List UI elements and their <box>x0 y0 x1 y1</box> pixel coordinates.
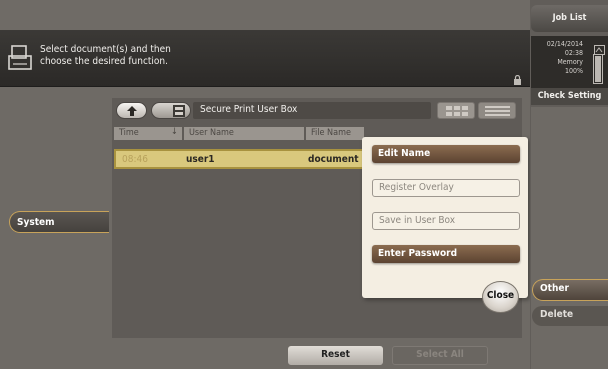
up-folder-button[interactable] <box>116 102 147 119</box>
right-function-panel <box>531 107 608 369</box>
status-time: 02:38 <box>564 49 583 57</box>
memory-label: Memory <box>557 58 583 66</box>
message-line-2: choose the desired function. <box>40 56 168 67</box>
top-bar <box>0 0 530 30</box>
row-file-name: document <box>308 154 359 165</box>
column-header-file-name[interactable]: File Name <box>306 127 364 140</box>
close-button[interactable]: Close <box>482 281 519 313</box>
lock-icon <box>513 70 522 85</box>
check-setting-button[interactable]: Check Setting <box>531 88 608 105</box>
box-title: Secure Print User Box <box>193 102 431 119</box>
status-date: 02/14/2014 <box>546 40 583 48</box>
up-arrow-icon <box>127 106 137 116</box>
row-user-name: user1 <box>186 154 215 165</box>
column-header-time[interactable]: Time ↓ <box>114 127 182 140</box>
column-header-user-name[interactable]: User Name <box>184 127 304 140</box>
status-readout: 02/14/2014 02:38 Memory 100% <box>531 40 583 76</box>
memory-value: 100% <box>564 67 583 75</box>
edit-name-button[interactable]: Edit Name <box>372 145 520 163</box>
enter-password-button[interactable]: Enter Password <box>372 245 520 263</box>
list-view-button[interactable] <box>478 102 516 119</box>
memory-gauge <box>593 54 603 84</box>
tab-system-label: System <box>17 217 55 228</box>
function-popup: Edit Name Register Overlay Save in User … <box>362 137 528 298</box>
delete-button[interactable]: Delete <box>532 306 608 326</box>
table-row[interactable]: 08:46 user1 document <box>114 149 372 169</box>
other-button[interactable]: Other <box>532 279 608 301</box>
thumbnail-view-button[interactable] <box>437 102 475 119</box>
select-all-button[interactable]: Select All <box>392 346 488 365</box>
save-in-user-box-button: Save in User Box <box>372 212 520 230</box>
message-bar: Select document(s) and then choose the d… <box>0 30 530 87</box>
reset-button[interactable]: Reset <box>288 346 383 365</box>
sort-arrow-icon: ↓ <box>171 127 178 137</box>
job-list-button[interactable]: Job List <box>531 5 608 32</box>
user-box-icon <box>151 102 191 119</box>
tab-system[interactable]: System <box>9 211 109 233</box>
register-overlay-button: Register Overlay <box>372 179 520 197</box>
printer-icon <box>8 44 34 74</box>
row-time: 08:46 <box>122 154 148 165</box>
message-line-1: Select document(s) and then <box>40 44 171 55</box>
